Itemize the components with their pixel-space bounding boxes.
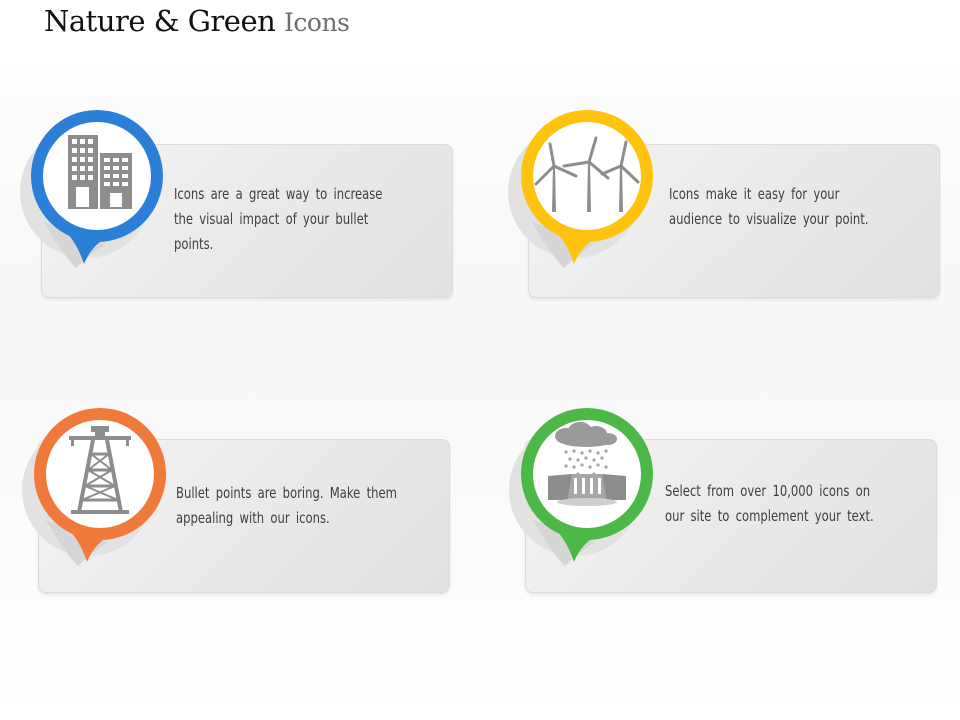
- pin-marker-orange: [16, 402, 196, 582]
- buildings-icon: [68, 135, 132, 209]
- pin-marker-green: [503, 402, 683, 582]
- wind-turbines-icon: [534, 136, 640, 212]
- title-main: Nature & Green: [44, 4, 276, 38]
- card-4-text: Select from over 10,000 icons on our sit…: [665, 482, 874, 525]
- card-1-text: Icons are a great way to increase the vi…: [174, 185, 383, 253]
- card-2-text: Icons make it easy for your audience to …: [669, 185, 869, 228]
- pin-marker-yellow: [502, 104, 682, 284]
- acid-rain-dam-icon: [548, 422, 626, 506]
- pin-marker-blue: [14, 104, 194, 284]
- card-3-text: Bullet points are boring. Make them appe…: [176, 484, 397, 527]
- header-bar: Nature & Green Icons: [0, 0, 960, 62]
- title-accent: Icons: [284, 8, 350, 37]
- page-title: Nature & Green Icons: [44, 4, 350, 38]
- oil-rig-tower-icon: [69, 426, 131, 514]
